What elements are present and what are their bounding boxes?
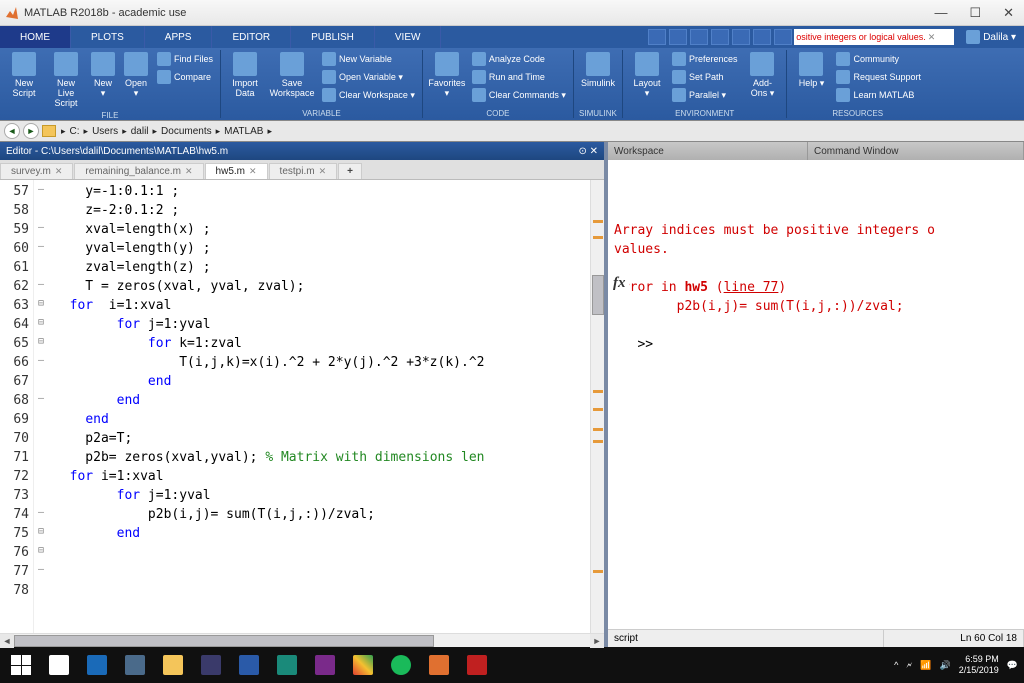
status-cursor: Ln 60 Col 18	[884, 630, 1024, 647]
editor-panel: Editor - C:\Users\dalil\Documents\MATLAB…	[0, 142, 608, 647]
editor-tab-testpi[interactable]: testpi.m✕	[269, 163, 338, 179]
group-label-environment: ENVIRONMENT	[627, 108, 783, 118]
tab-publish[interactable]: PUBLISH	[291, 26, 375, 48]
editor-tab-survey[interactable]: survey.m✕	[0, 163, 73, 179]
compare-button[interactable]: Compare	[154, 68, 216, 86]
set-path-button[interactable]: Set Path	[669, 68, 741, 86]
title-bar: MATLAB R2018b - academic use — ☐ ✕	[0, 0, 1024, 26]
editor-titlebar[interactable]: Editor - C:\Users\dalil\Documents\MATLAB…	[0, 142, 604, 160]
taskbar-app-mail[interactable]	[120, 652, 150, 678]
save-workspace-button[interactable]: Save Workspace	[267, 50, 317, 108]
taskbar-app-store[interactable]	[196, 652, 226, 678]
preferences-button[interactable]: Preferences	[669, 50, 741, 68]
open-variable-button[interactable]: Open Variable ▾	[319, 68, 418, 86]
new-variable-button[interactable]: New Variable	[319, 50, 418, 68]
new-live-script-button[interactable]: New Live Script	[46, 50, 86, 110]
clock[interactable]: 6:59 PM 2/15/2019	[959, 654, 999, 676]
folder-icon[interactable]	[42, 125, 56, 137]
command-window-header[interactable]: Command Window	[808, 142, 1024, 160]
parallel-button[interactable]: Parallel ▾	[669, 86, 741, 104]
close-button[interactable]: ✕	[1003, 5, 1014, 21]
task-view-button[interactable]	[44, 652, 74, 678]
clear-workspace-button[interactable]: Clear Workspace ▾	[319, 86, 418, 104]
group-label-file: FILE	[4, 110, 216, 120]
tab-apps[interactable]: APPS	[145, 26, 213, 48]
group-label-code: CODE	[427, 108, 569, 118]
new-script-button[interactable]: New Script	[4, 50, 44, 110]
system-tray[interactable]: ^ 🗲 📶 🔊 6:59 PM 2/15/2019 💬	[894, 654, 1018, 676]
clear-commands-button[interactable]: Clear Commands ▾	[469, 86, 569, 104]
avatar-icon	[966, 30, 980, 44]
tray-chevron-icon[interactable]: ^	[894, 660, 898, 670]
taskbar-app-acrobat[interactable]	[462, 652, 492, 678]
status-bar: script Ln 60 Col 18	[608, 629, 1024, 647]
favorites-button[interactable]: Favorites ▾	[427, 50, 467, 108]
addons-button[interactable]: Add-Ons ▾	[742, 50, 782, 108]
request-support-button[interactable]: Request Support	[833, 68, 924, 86]
tray-volume-icon[interactable]: 🔊	[940, 660, 951, 671]
taskbar-app-explorer[interactable]	[158, 652, 188, 678]
windows-taskbar: ^ 🗲 📶 🔊 6:59 PM 2/15/2019 💬	[0, 647, 1024, 683]
maximize-button[interactable]: ☐	[969, 5, 981, 21]
matlab-logo-icon	[4, 5, 20, 21]
workspace-header[interactable]: Workspace	[608, 142, 808, 160]
taskbar-app-edge[interactable]	[82, 652, 112, 678]
breadcrumb[interactable]: ▸C: ▸Users ▸dalil ▸Documents ▸MATLAB ▸	[59, 126, 274, 137]
tab-plots[interactable]: PLOTS	[71, 26, 145, 48]
group-label-variable: VARIABLE	[225, 108, 418, 118]
group-label-resources: RESOURCES	[791, 108, 924, 118]
taskbar-app-calc[interactable]	[272, 652, 302, 678]
layout-button[interactable]: Layout ▾	[627, 50, 667, 108]
nav-back-button[interactable]: ◄	[4, 123, 20, 139]
editor-tab-remaining-balance[interactable]: remaining_balance.m✕	[74, 163, 203, 179]
taskbar-app-onenote[interactable]	[310, 652, 340, 678]
editor-tab-hw5[interactable]: hw5.m✕	[205, 163, 268, 179]
notifications-icon[interactable]: 💬	[1007, 660, 1018, 671]
user-menu[interactable]: Dalila ▾	[958, 26, 1024, 48]
new-button[interactable]: New ▾	[88, 50, 118, 110]
taskbar-app-spotify[interactable]	[386, 652, 416, 678]
simulink-button[interactable]: Simulink	[578, 50, 618, 108]
editor-tab-add[interactable]: +	[338, 163, 362, 179]
current-folder-bar: ◄ ► ▸C: ▸Users ▸dalil ▸Documents ▸MATLAB…	[0, 120, 1024, 142]
horizontal-scrollbar[interactable]: ◄ ►	[0, 633, 604, 647]
tab-home[interactable]: HOME	[0, 26, 71, 48]
start-button[interactable]	[6, 652, 36, 678]
find-files-button[interactable]: Find Files	[154, 50, 216, 68]
tray-wifi-icon[interactable]: 📶	[920, 660, 931, 671]
import-data-button[interactable]: Import Data	[225, 50, 265, 108]
vertical-scrollbar[interactable]	[590, 180, 604, 633]
tray-battery-icon[interactable]: 🗲	[906, 660, 912, 671]
taskbar-app-word[interactable]	[234, 652, 264, 678]
taskbar-app-matlab[interactable]	[424, 652, 454, 678]
analyze-code-button[interactable]: Analyze Code	[469, 50, 569, 68]
open-button[interactable]: Open ▾	[120, 50, 152, 110]
editor-tabs: survey.m✕ remaining_balance.m✕ hw5.m✕ te…	[0, 160, 604, 180]
window-title: MATLAB R2018b - academic use	[24, 7, 934, 19]
code-editor[interactable]: 5758596061626364656667686970717273747576…	[0, 180, 604, 633]
nav-forward-button[interactable]: ►	[23, 123, 39, 139]
search-docs-input[interactable]: ositive integers or logical values. ✕	[794, 29, 954, 45]
minimize-button[interactable]: —	[934, 5, 947, 21]
command-window[interactable]: fx Array indices must be positive intege…	[608, 160, 1024, 629]
quick-access-toolbar[interactable]	[648, 29, 792, 45]
community-button[interactable]: Community	[833, 50, 924, 68]
learn-matlab-button[interactable]: Learn MATLAB	[833, 86, 924, 104]
run-and-time-button[interactable]: Run and Time	[469, 68, 569, 86]
tab-view[interactable]: VIEW	[375, 26, 442, 48]
ribbon: New Script New Live Script New ▾ Open ▾ …	[0, 48, 1024, 120]
tab-editor[interactable]: EDITOR	[212, 26, 291, 48]
fx-prompt-icon: fx	[610, 274, 629, 293]
status-script: script	[608, 630, 884, 647]
taskbar-app-chrome[interactable]	[348, 652, 378, 678]
help-button[interactable]: Help ▾	[791, 50, 831, 108]
group-label-simulink: SIMULINK	[578, 108, 618, 118]
ribbon-tabs: HOME PLOTS APPS EDITOR PUBLISH VIEW osit…	[0, 26, 1024, 48]
